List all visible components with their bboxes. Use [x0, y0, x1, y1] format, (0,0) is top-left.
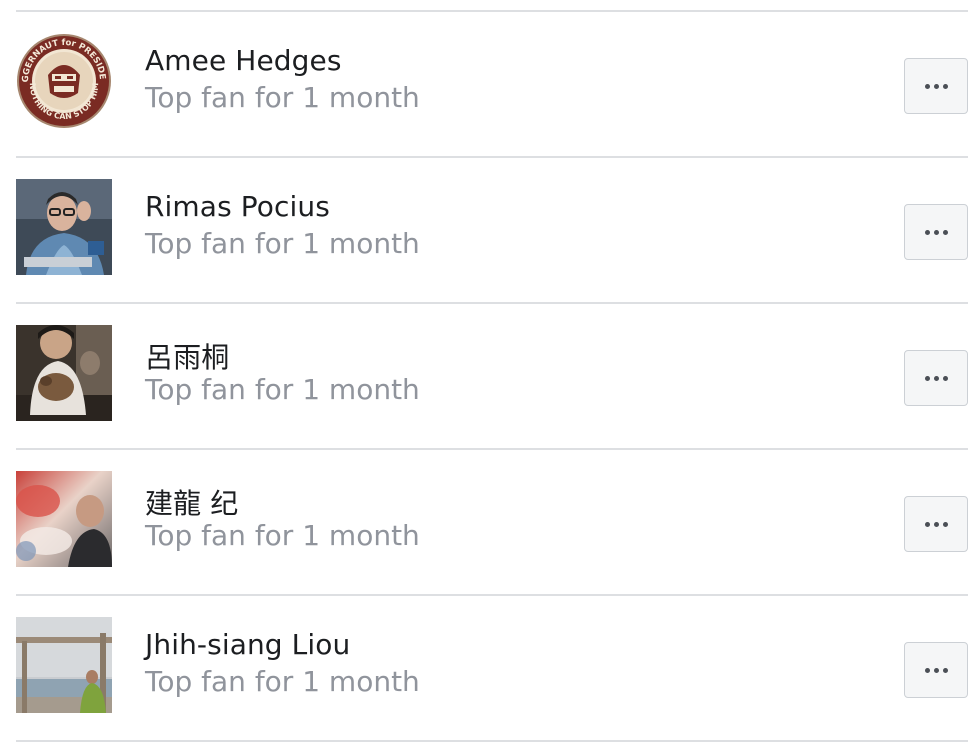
- more-options-button[interactable]: [904, 204, 968, 260]
- avatar[interactable]: [16, 471, 112, 567]
- more-options-icon: [924, 521, 948, 527]
- list-item: Rimas Pocius Top fan for 1 month: [16, 158, 968, 304]
- more-options-button[interactable]: [904, 496, 968, 552]
- profile-photo: [16, 471, 112, 567]
- avatar[interactable]: JUGGERNAUT for PRESIDENT NOTHING CAN STO…: [16, 33, 112, 129]
- fan-name[interactable]: Rimas Pocius: [145, 190, 330, 223]
- fan-subtitle: Top fan for 1 month: [145, 665, 420, 698]
- more-options-icon: [924, 667, 948, 673]
- more-options-icon: [924, 375, 948, 381]
- more-options-icon: [924, 83, 948, 89]
- profile-photo: [16, 325, 112, 421]
- avatar[interactable]: [16, 179, 112, 275]
- fan-name[interactable]: Jhih-siang Liou: [145, 628, 350, 661]
- juggernaut-badge-image: JUGGERNAUT for PRESIDENT NOTHING CAN STO…: [16, 33, 112, 129]
- fan-subtitle: Top fan for 1 month: [145, 519, 420, 552]
- fan-subtitle: Top fan for 1 month: [145, 81, 420, 114]
- fan-name[interactable]: Amee Hedges: [145, 44, 342, 77]
- list-item: JUGGERNAUT for PRESIDENT NOTHING CAN STO…: [16, 12, 968, 158]
- fan-subtitle: Top fan for 1 month: [145, 227, 420, 260]
- list-item: 建龍 纪 Top fan for 1 month: [16, 450, 968, 596]
- more-options-button[interactable]: [904, 642, 968, 698]
- more-options-icon: [924, 229, 948, 235]
- fan-name[interactable]: 建龍 纪: [145, 482, 238, 522]
- more-options-button[interactable]: [904, 350, 968, 406]
- fan-subtitle: Top fan for 1 month: [145, 373, 420, 406]
- list-item: Jhih-siang Liou Top fan for 1 month: [16, 596, 968, 742]
- avatar[interactable]: [16, 325, 112, 421]
- profile-photo: [16, 617, 112, 713]
- profile-photo: [16, 179, 112, 275]
- avatar[interactable]: [16, 617, 112, 713]
- more-options-button[interactable]: [904, 58, 968, 114]
- fan-name[interactable]: 呂雨桐: [145, 336, 229, 376]
- list-item: 呂雨桐 Top fan for 1 month: [16, 304, 968, 450]
